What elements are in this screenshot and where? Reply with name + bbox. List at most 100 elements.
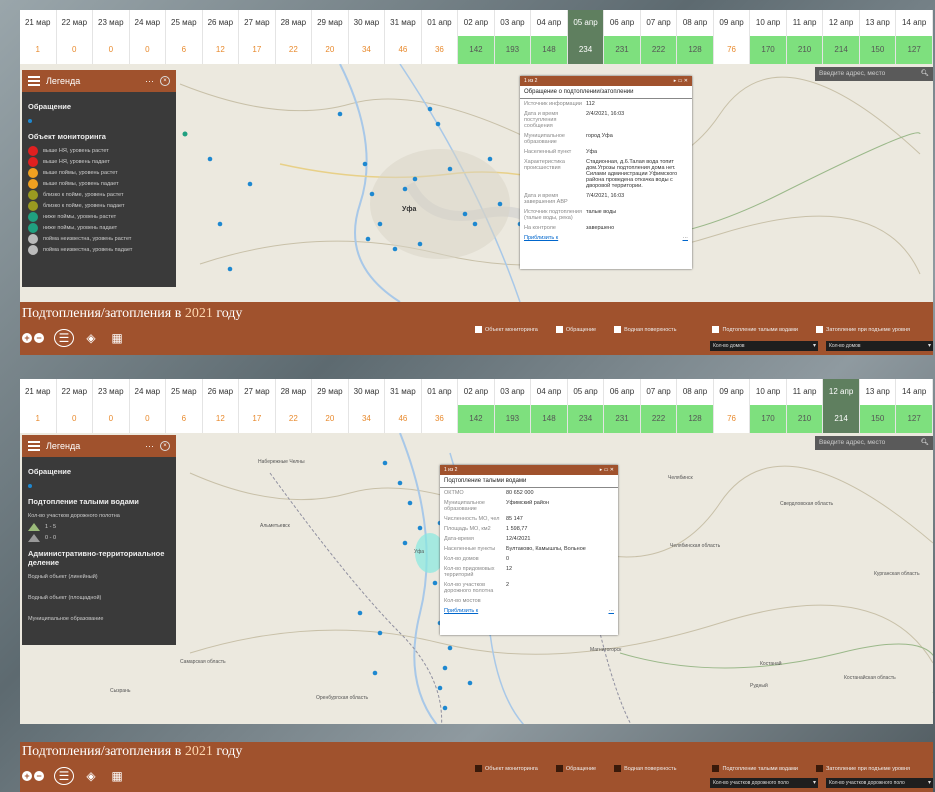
day-16[interactable]: 06 апр 231 <box>604 379 641 433</box>
layer-toggle[interactable]: Подтопление талыми водами <box>712 326 798 333</box>
day-12[interactable]: 02 апр 142 <box>458 10 495 64</box>
day-22-selected[interactable]: 12 апр 214 <box>823 379 860 433</box>
layers-icon[interactable]: ◈ <box>82 768 100 784</box>
day-1[interactable]: 22 мар 0 <box>57 379 94 433</box>
layer-toggle[interactable]: Водная поверхность <box>614 326 676 333</box>
zoom-to-link[interactable]: Приблизить к <box>524 235 558 241</box>
map-label-region: Костанайская область <box>844 675 896 681</box>
day-8[interactable]: 29 мар 20 <box>312 10 349 64</box>
layer-toggle[interactable]: Водная поверхность <box>614 765 676 772</box>
day-18[interactable]: 08 апр 128 <box>677 10 714 64</box>
legend-more-button[interactable]: ··· <box>145 76 154 86</box>
day-3[interactable]: 24 мар 0 <box>130 10 167 64</box>
popup-row: На контроле завершено <box>524 225 615 231</box>
popup-row: Дата и время завершения АВР 7/4/2021, 16:… <box>524 193 625 205</box>
day-15[interactable]: 05 апр 234 <box>567 379 605 433</box>
day-7[interactable]: 28 мар 22 <box>276 10 313 64</box>
layer-toggle[interactable]: Объект мониторинга <box>475 765 538 772</box>
popup-row: Дата-время 12/4/2021 <box>444 536 531 542</box>
day-10[interactable]: 31 мар 46 <box>385 10 422 64</box>
count-select[interactable]: Кол-во домов ▾ <box>710 341 818 351</box>
count-select[interactable]: Кол-во участков дорожного поло ▾ <box>826 778 933 788</box>
legend-section-meltwater: Подтопление талыми водами <box>28 497 139 506</box>
day-0[interactable]: 21 мар 1 <box>20 379 57 433</box>
search-icon[interactable]: 🔍︎ <box>921 436 929 450</box>
popup-controls[interactable]: ▸ ▭ ✕ <box>674 76 688 86</box>
layer-toggle[interactable]: Затопление при подъеме уровня <box>816 765 910 772</box>
list-icon[interactable]: ☰ <box>54 329 74 347</box>
day-4[interactable]: 25 мар 6 <box>166 10 203 64</box>
day-13[interactable]: 03 апр 193 <box>494 10 532 64</box>
day-20[interactable]: 10 апр 170 <box>750 10 787 64</box>
day-24[interactable]: 14 апр 127 <box>896 379 933 433</box>
grid-icon[interactable]: ▦ <box>108 768 126 784</box>
popup-controls[interactable]: ▸ ▭ ✕ <box>600 465 614 475</box>
bottom-bar: Подтопления/затопления в 2021 году + − ☰… <box>20 302 933 355</box>
day-1[interactable]: 22 мар 0 <box>57 10 94 64</box>
day-16[interactable]: 06 апр 231 <box>604 10 641 64</box>
day-23[interactable]: 13 апр 150 <box>859 10 897 64</box>
count-select[interactable]: Кол-во участков дорожного поло ▾ <box>710 778 818 788</box>
popup-more-button[interactable]: ··· <box>683 235 689 241</box>
day-19[interactable]: 09 апр 76 <box>714 379 751 433</box>
day-6[interactable]: 27 мар 17 <box>239 10 276 64</box>
day-24[interactable]: 14 апр 127 <box>896 10 933 64</box>
zoom-in-button[interactable]: + <box>22 771 32 781</box>
legend-close-button[interactable]: × <box>160 441 170 451</box>
day-7[interactable]: 28 мар 22 <box>276 379 313 433</box>
day-22[interactable]: 12 апр 214 <box>823 10 860 64</box>
day-4[interactable]: 25 мар 6 <box>166 379 203 433</box>
day-5[interactable]: 26 мар 12 <box>203 379 240 433</box>
day-11[interactable]: 01 апр 36 <box>422 10 459 64</box>
legend-close-button[interactable]: × <box>160 76 170 86</box>
day-12[interactable]: 02 апр 142 <box>458 379 495 433</box>
layer-toggle[interactable]: Обращение <box>555 765 596 772</box>
day-3[interactable]: 24 мар 0 <box>130 379 167 433</box>
day-14[interactable]: 04 апр 148 <box>531 379 568 433</box>
day-2[interactable]: 23 мар 0 <box>93 10 130 64</box>
day-21[interactable]: 11 апр 210 <box>786 10 824 64</box>
layer-toggle[interactable]: Обращение <box>555 326 596 333</box>
search-input[interactable]: Введите адрес, место 🔍︎ <box>815 436 933 450</box>
zoom-out-button[interactable]: − <box>34 771 44 781</box>
day-18[interactable]: 08 апр 128 <box>677 379 714 433</box>
count-select[interactable]: Кол-во домов ▾ <box>826 341 933 351</box>
screenshot-panel-1: Уфа 21 мар 1 22 мар 0 23 мар 0 24 мар 0 25 м… <box>20 10 933 355</box>
day-9[interactable]: 30 мар 34 <box>349 379 386 433</box>
popup-title: Подтопление талыми водами <box>440 475 618 488</box>
search-input[interactable]: Введите адрес, место 🔍︎ <box>815 67 933 81</box>
day-20[interactable]: 10 апр 170 <box>750 379 787 433</box>
day-13[interactable]: 03 апр 193 <box>494 379 532 433</box>
day-10[interactable]: 31 мар 46 <box>385 379 422 433</box>
layer-toggle[interactable]: Затопление при подъеме уровня <box>816 326 910 333</box>
list-icon[interactable]: ☰ <box>54 767 74 785</box>
day-6[interactable]: 27 мар 17 <box>239 379 276 433</box>
legend-more-button[interactable]: ··· <box>145 441 154 451</box>
layer-toggle[interactable]: Объект мониторинга <box>475 326 538 333</box>
map-label-city: Костанай <box>760 661 782 667</box>
day-19[interactable]: 09 апр 76 <box>714 10 751 64</box>
zoom-to-link[interactable]: Приблизить к <box>444 608 478 614</box>
day-0[interactable]: 21 мар 1 <box>20 10 57 64</box>
search-icon[interactable]: 🔍︎ <box>921 67 929 81</box>
day-11[interactable]: 01 апр 36 <box>422 379 459 433</box>
day-17[interactable]: 07 апр 222 <box>640 10 678 64</box>
zoom-in-button[interactable]: + <box>22 333 32 343</box>
map-label-region: Челябинская область <box>670 543 721 549</box>
map-label-region: Свердловская область <box>780 501 834 507</box>
legend-item: пойма неизвестна, уровень падает <box>28 244 170 255</box>
day-17[interactable]: 07 апр 222 <box>640 379 678 433</box>
day-8[interactable]: 29 мар 20 <box>312 379 349 433</box>
day-5[interactable]: 26 мар 12 <box>203 10 240 64</box>
day-23[interactable]: 13 апр 150 <box>859 379 897 433</box>
day-9[interactable]: 30 мар 34 <box>349 10 386 64</box>
zoom-out-button[interactable]: − <box>34 333 44 343</box>
day-21[interactable]: 11 апр 210 <box>786 379 824 433</box>
day-14[interactable]: 04 апр 148 <box>531 10 568 64</box>
popup-more-button[interactable]: ··· <box>609 608 615 614</box>
layer-toggle[interactable]: Подтопление талыми водами <box>712 765 798 772</box>
layers-icon[interactable]: ◈ <box>82 330 100 346</box>
day-2[interactable]: 23 мар 0 <box>93 379 130 433</box>
grid-icon[interactable]: ▦ <box>108 330 126 346</box>
day-15-selected[interactable]: 05 апр 234 <box>567 10 605 64</box>
